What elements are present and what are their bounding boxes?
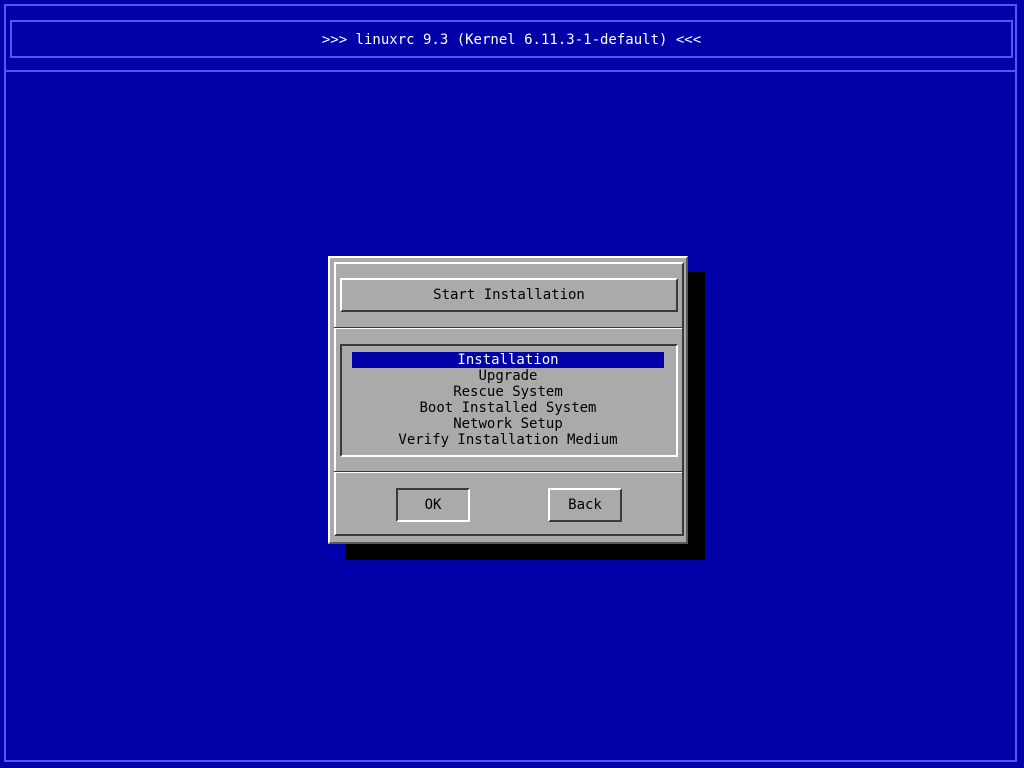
header-title: >>> linuxrc 9.3 (Kernel 6.11.3-1-default…: [10, 20, 1013, 58]
dialog-divider-top: [334, 327, 682, 329]
menu-listbox[interactable]: Installation Upgrade Rescue System Boot …: [340, 344, 678, 457]
header-divider: [4, 70, 1017, 72]
dialog-divider-bottom: [334, 471, 682, 473]
back-button[interactable]: Back: [548, 488, 622, 522]
linuxrc-screen: >>> linuxrc 9.3 (Kernel 6.11.3-1-default…: [0, 0, 1024, 768]
ok-button[interactable]: OK: [396, 488, 470, 522]
menu-item-boot-installed-system[interactable]: Boot Installed System: [352, 400, 664, 416]
menu-item-verify-installation-medium[interactable]: Verify Installation Medium: [352, 432, 664, 448]
menu-item-rescue-system[interactable]: Rescue System: [352, 384, 664, 400]
start-installation-dialog: Start Installation Installation Upgrade …: [328, 256, 688, 544]
menu-item-installation[interactable]: Installation: [352, 352, 664, 368]
menu-list: Installation Upgrade Rescue System Boot …: [352, 352, 664, 448]
menu-item-upgrade[interactable]: Upgrade: [352, 368, 664, 384]
menu-item-network-setup[interactable]: Network Setup: [352, 416, 664, 432]
dialog-title: Start Installation: [340, 278, 678, 312]
